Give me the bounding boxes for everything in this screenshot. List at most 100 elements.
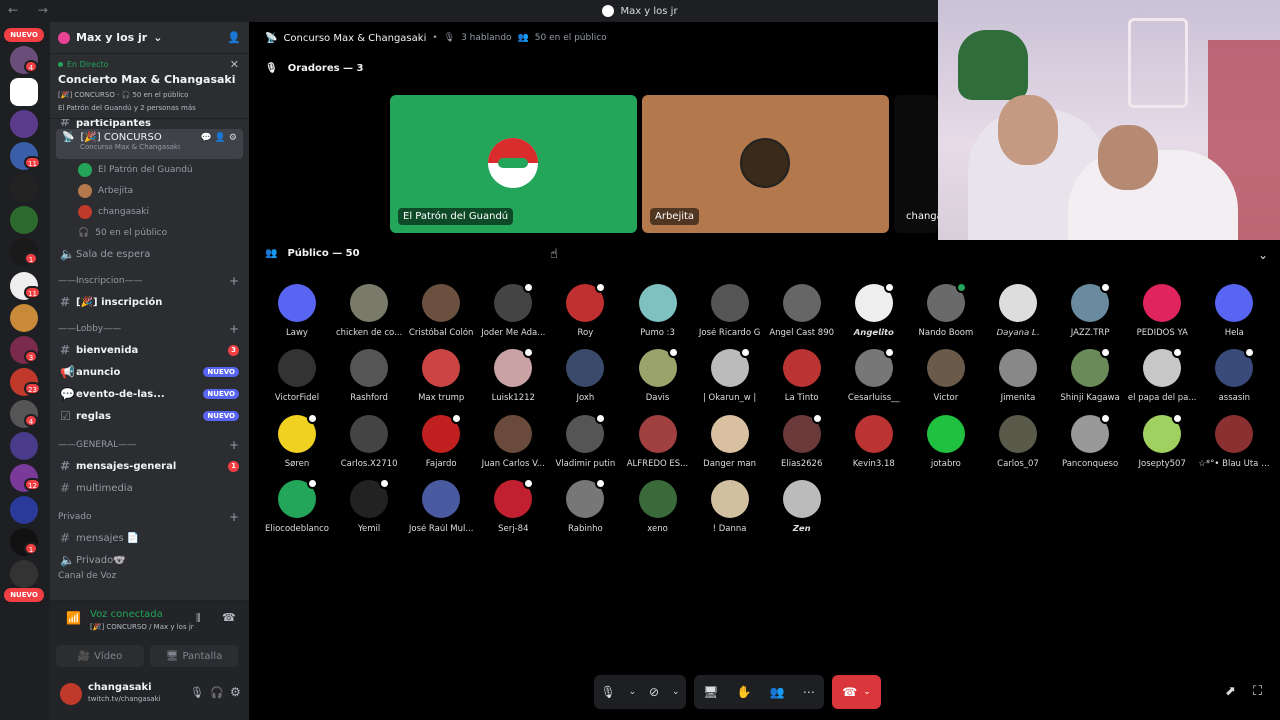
screen-share-button[interactable]: 🖥 Pantalla bbox=[150, 645, 238, 667]
channel-anuncio[interactable]: 📢 anuncio NUEVO bbox=[50, 361, 249, 383]
audience-member[interactable]: | Okarun_w | bbox=[694, 347, 766, 403]
audience-member[interactable]: Davis bbox=[622, 347, 694, 403]
server-icon[interactable] bbox=[10, 496, 38, 524]
audience-member[interactable]: assasin bbox=[1198, 347, 1270, 403]
channel-partial[interactable]: # participantes bbox=[50, 119, 249, 129]
category-lobby[interactable]: ——Lobby—— + bbox=[50, 319, 249, 339]
channel-reglas[interactable]: ☑ reglas NUEVO bbox=[50, 405, 249, 427]
audience-member[interactable]: Max trump bbox=[405, 349, 477, 403]
server-icon[interactable] bbox=[10, 206, 38, 234]
audience-member[interactable]: Shinji Kagawa bbox=[1054, 347, 1126, 403]
category-inscripcion[interactable]: ——Inscripcion—— + bbox=[50, 271, 249, 291]
username[interactable]: changasaki bbox=[88, 682, 152, 693]
audience-member[interactable]: Carlos.X2710 bbox=[333, 414, 405, 469]
gear-icon[interactable]: ⚙ bbox=[230, 685, 241, 699]
audience-member[interactable]: Hela bbox=[1198, 284, 1270, 338]
video-button[interactable]: 🎥 Vídeo bbox=[56, 645, 144, 667]
audience-member[interactable]: ☆*°• Blau Uta •... bbox=[1198, 414, 1270, 469]
add-channel-icon[interactable]: + bbox=[229, 438, 239, 452]
add-member-icon[interactable]: 👤 bbox=[227, 31, 241, 44]
add-channel-icon[interactable]: + bbox=[229, 510, 239, 524]
server-icon[interactable] bbox=[10, 78, 38, 106]
audience-member[interactable]: Joxh bbox=[549, 349, 621, 403]
audience-member[interactable]: José Raúl Mul... bbox=[405, 479, 477, 534]
audience-member[interactable]: Elias2626 bbox=[766, 412, 838, 469]
server-header[interactable]: Max y los jr ⌄ 👤 bbox=[50, 22, 249, 54]
audience-count[interactable]: 🎧 50 en el público bbox=[50, 222, 249, 243]
audience-member[interactable]: PEDIDOS YA bbox=[1126, 284, 1198, 338]
server-icon[interactable] bbox=[10, 560, 38, 588]
stage-member[interactable]: Arbejita bbox=[50, 180, 249, 201]
fullscreen-icon[interactable]: ⛶ bbox=[1253, 684, 1262, 699]
more-icon[interactable]: ⋯ bbox=[803, 685, 815, 699]
audience-member[interactable]: 𝘋𝘢𝘺𝘢𝘯𝘢 𝘓. bbox=[982, 284, 1054, 338]
channel-mensajes-general[interactable]: # mensajes-general 1 bbox=[50, 455, 249, 477]
chevron-down-icon[interactable]: ⌄ bbox=[1258, 248, 1268, 262]
hand-raise-icon[interactable]: ✋ bbox=[737, 685, 752, 699]
invite-icon[interactable]: 👥 bbox=[770, 685, 785, 699]
audience-member[interactable]: Pumo :3 bbox=[622, 284, 694, 338]
leave-stage-button[interactable]: ☎ ⌄ bbox=[832, 675, 881, 709]
server-icon[interactable] bbox=[10, 432, 38, 460]
audience-member[interactable]: Eliocodeblanco bbox=[261, 477, 333, 534]
avatar[interactable] bbox=[60, 683, 82, 705]
add-channel-icon[interactable]: + bbox=[229, 274, 239, 288]
channel-evento[interactable]: 💬 evento-de-las... NUEVO bbox=[50, 383, 249, 405]
audience-member[interactable]: Roy bbox=[549, 282, 621, 338]
voice-status[interactable]: Voz conectada bbox=[90, 609, 163, 620]
audience-member[interactable]: Panconqueso bbox=[1054, 412, 1126, 469]
audience-member[interactable]: Cesarluiss__ bbox=[838, 347, 910, 403]
audience-member[interactable]: Juan Carlos V... bbox=[477, 414, 549, 469]
channel-sala[interactable]: 🔈 Sala de espera bbox=[50, 243, 249, 265]
server-icon[interactable] bbox=[10, 110, 38, 138]
audience-member[interactable]: Luisk1212 bbox=[477, 347, 549, 403]
audience-member[interactable]: chicken de co... bbox=[333, 284, 405, 338]
nav-arrows[interactable]: ← → bbox=[8, 3, 56, 17]
camera-off-icon[interactable]: ⊘ bbox=[649, 685, 659, 699]
audience-member[interactable]: Nando Boom bbox=[910, 282, 982, 338]
audience-member[interactable]: La Tinto bbox=[766, 349, 838, 403]
audience-member[interactable]: Victor bbox=[910, 349, 982, 403]
voice-channel[interactable]: [🎉] CONCURSO / Max y los jr bbox=[90, 623, 194, 631]
headphones-icon[interactable]: 🎧 bbox=[210, 686, 224, 699]
chevron-down-icon[interactable]: ⌄ bbox=[629, 687, 637, 697]
audience-member[interactable]: el papa del pa... bbox=[1126, 347, 1198, 403]
audience-member[interactable]: JAZZ.TRP bbox=[1054, 282, 1126, 338]
live-event-banner[interactable]: En Directo Concierto Max & Changasaki [🎉… bbox=[50, 54, 249, 119]
category-privado[interactable]: Privado + bbox=[50, 507, 249, 527]
channel-actions[interactable]: 💬 👤 ⚙ bbox=[201, 133, 237, 143]
audience-member[interactable]: Yemil bbox=[333, 477, 405, 534]
stage-member[interactable]: changasaki bbox=[50, 201, 249, 222]
screen-share-icon[interactable]: 🖥 bbox=[703, 685, 718, 699]
audience-member[interactable]: xeno bbox=[622, 479, 694, 534]
audience-member[interactable]: Fajardo bbox=[405, 412, 477, 469]
popout-icon[interactable]: ⬈ bbox=[1225, 684, 1236, 699]
audience-member[interactable]: Vladimir putin bbox=[549, 412, 621, 469]
audience-member[interactable]: 𝘼𝙣𝙜𝙚𝙡𝙞𝙩𝙤 bbox=[838, 282, 910, 338]
audience-member[interactable]: Angel Cast 890 bbox=[766, 284, 838, 338]
audience-member[interactable]: 𝙕𝙚𝙣 bbox=[766, 479, 838, 534]
category-cut[interactable]: Canal de Voz bbox=[50, 571, 249, 581]
audience-member[interactable]: Søren bbox=[261, 412, 333, 469]
close-icon[interactable]: ✕ bbox=[230, 58, 239, 71]
server-icon[interactable] bbox=[10, 174, 38, 202]
category-general[interactable]: ——GENERAL—— + bbox=[50, 435, 249, 455]
audience-member[interactable]: ALFREDO ES... bbox=[622, 414, 694, 469]
audience-member[interactable]: Jimenita bbox=[982, 349, 1054, 403]
audience-member[interactable]: Rabinho bbox=[549, 477, 621, 534]
channel-privado[interactable]: 🔈 Privado🐨 bbox=[50, 549, 249, 571]
audience-member[interactable]: Kevin3.18 bbox=[838, 414, 910, 469]
audience-member[interactable]: VictorFidel bbox=[261, 349, 333, 403]
channel-bienvenida[interactable]: # bienvenida 3 bbox=[50, 339, 249, 361]
channel-concurso[interactable]: 📡 [🎉] CONCURSO 💬 👤 ⚙ Concurso Max & Chan… bbox=[56, 129, 243, 159]
channel-mensajes[interactable]: # mensajes 📄 bbox=[50, 527, 249, 549]
audience-member[interactable]: Lawy bbox=[261, 284, 333, 338]
channel-multimedia[interactable]: # multimedia bbox=[50, 477, 249, 499]
audience-member[interactable]: Cristóbal Colón bbox=[405, 284, 477, 338]
stage-member[interactable]: El Patrón del Guandú bbox=[50, 159, 249, 180]
audience-member[interactable]: Carlos_07 bbox=[982, 414, 1054, 469]
audience-member[interactable]: José Ricardo G bbox=[694, 284, 766, 338]
soundboard-icon[interactable]: ⫼ bbox=[196, 613, 201, 624]
audience-member[interactable]: jotabro bbox=[910, 414, 982, 469]
disconnect-icon[interactable]: ☎ bbox=[222, 611, 236, 624]
